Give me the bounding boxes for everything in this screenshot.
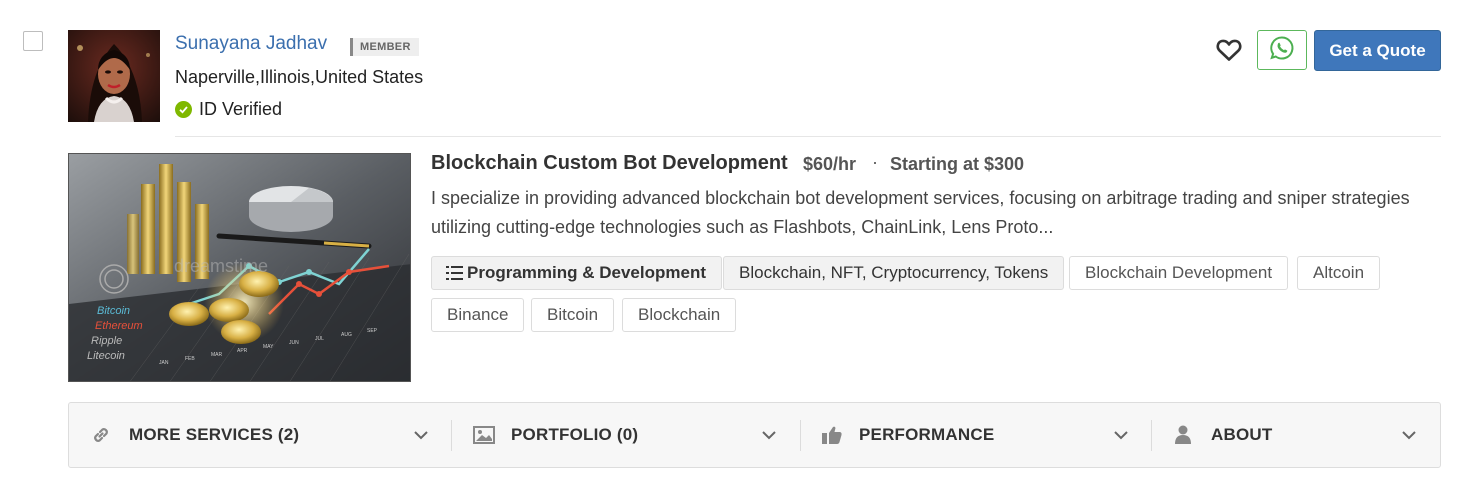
starting-price: Starting at $300 — [890, 154, 1025, 174]
details-bar: MORE SERVICES (2) PORTFOLIO (0) PERFORMA… — [68, 402, 1441, 468]
whatsapp-icon — [1269, 35, 1295, 66]
member-badge: MEMBER — [350, 38, 419, 56]
month-label: JUN — [289, 340, 299, 346]
image-icon — [473, 425, 495, 445]
about-label: ABOUT — [1211, 425, 1273, 444]
tag-skill[interactable]: Blockchain Development — [1069, 256, 1289, 290]
thumbs-up-icon — [821, 425, 843, 445]
avatar[interactable] — [68, 30, 160, 122]
coin-label-litecoin: Litecoin — [87, 350, 125, 362]
tag-skill[interactable]: Blockchain — [622, 298, 737, 332]
heart-icon[interactable] — [1214, 35, 1244, 65]
month-label: SEP — [367, 328, 378, 334]
list-icon — [446, 265, 463, 281]
tag-skill[interactable]: Binance — [431, 298, 525, 332]
more-services-label: MORE SERVICES (2) — [129, 425, 300, 444]
portfolio-tab[interactable]: PORTFOLIO (0) — [473, 403, 638, 467]
divider — [175, 136, 1441, 137]
tag-category[interactable]: Programming & Development — [431, 256, 722, 290]
seller-name[interactable]: Sunayana Jadhav — [175, 33, 327, 55]
month-label: JAN — [159, 360, 169, 366]
performance-label: PERFORMANCE — [859, 425, 995, 444]
price-separator: · — [872, 152, 878, 172]
hourly-rate: $60/hr — [803, 154, 857, 174]
month-label: MAR — [211, 352, 223, 358]
tag-subcategory[interactable]: Blockchain, NFT, Cryptocurrency, Tokens — [723, 256, 1065, 290]
month-label: JUL — [315, 336, 324, 342]
id-verified: ID Verified — [175, 99, 282, 120]
service-description: I specialize in providing advanced block… — [431, 188, 1410, 237]
user-icon — [1175, 425, 1191, 445]
watermark-text: dreamstime — [174, 256, 268, 276]
service-image[interactable]: dreamstime Bitcoin Ethereum Ripple Litec… — [68, 153, 411, 382]
month-label: MAY — [263, 344, 274, 350]
link-icon — [91, 425, 111, 445]
month-label: APR — [237, 348, 248, 354]
seller-location: Naperville,Illinois,United States — [175, 67, 424, 87]
about-tab[interactable]: ABOUT — [1175, 403, 1272, 467]
id-verified-label: ID Verified — [199, 99, 283, 119]
portfolio-label: PORTFOLIO (0) — [511, 425, 639, 444]
get-quote-button[interactable]: Get a Quote — [1314, 30, 1441, 71]
whatsapp-button[interactable] — [1257, 30, 1307, 70]
chevron-down-icon[interactable] — [759, 425, 779, 445]
service-title[interactable]: Blockchain Custom Bot Development — [431, 152, 788, 175]
tag-skill[interactable]: Altcoin — [1297, 256, 1381, 290]
select-checkbox[interactable] — [23, 31, 43, 51]
coin-label-bitcoin: Bitcoin — [97, 305, 130, 317]
month-label: AUG — [341, 332, 352, 338]
coin-label-ethereum: Ethereum — [95, 320, 143, 332]
month-label: FEB — [185, 356, 195, 362]
chevron-down-icon[interactable] — [411, 425, 431, 445]
tag-skill[interactable]: Bitcoin — [531, 298, 615, 332]
coin-label-ripple: Ripple — [91, 335, 122, 347]
chevron-down-icon[interactable] — [1111, 425, 1131, 445]
chevron-down-icon[interactable] — [1399, 425, 1419, 445]
tag-category-label: Programming & Development — [467, 263, 706, 282]
check-circle-icon — [175, 101, 192, 118]
performance-tab[interactable]: PERFORMANCE — [821, 403, 994, 467]
more-services-tab[interactable]: MORE SERVICES (2) — [91, 403, 299, 467]
